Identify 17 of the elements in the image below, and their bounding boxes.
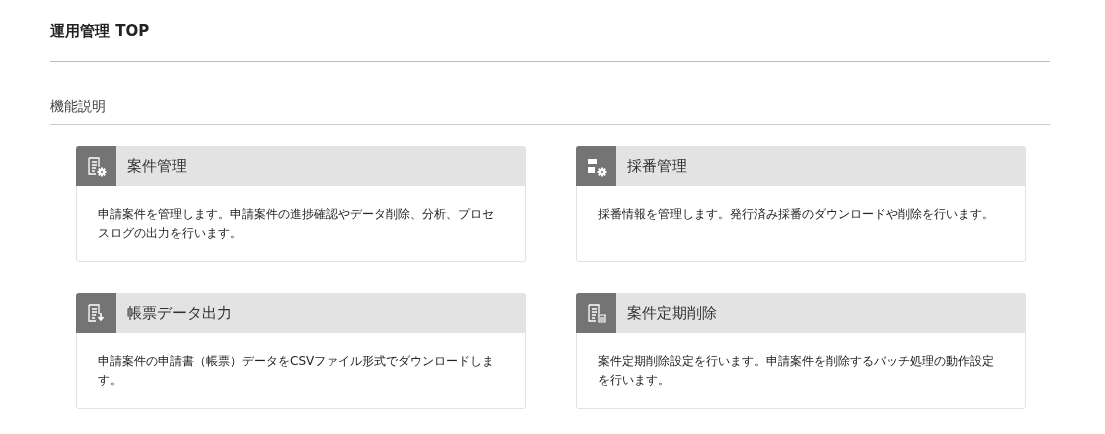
- document-trash-icon: [585, 302, 607, 324]
- card-title: 案件管理: [127, 156, 187, 176]
- card-description: 申請案件の申請書（帳票）データをCSVファイル形式でダウンロードします。: [97, 353, 496, 389]
- feature-card[interactable]: 採番管理 採番情報を管理します。発行済み採番のダウンロードや削除を行います。: [576, 146, 1026, 262]
- feature-card[interactable]: 案件管理 申請案件を管理します。申請案件の進捗確認やデータ削除、分析、プロセスログの出力を行います。: [76, 146, 526, 262]
- document-download-icon: [85, 302, 107, 324]
- feature-card[interactable]: 帳票データ出力 申請案件の申請書（帳票）データをCSVファイル形式でダウンロードします。: [76, 293, 526, 409]
- section-title: 機能説明: [50, 98, 1050, 125]
- document-gear-icon: [85, 155, 107, 177]
- card-description: 採番情報を管理します。発行済み採番のダウンロードや削除を行います。: [597, 206, 995, 223]
- card-description: 案件定期削除設定を行います。申請案件を削除するバッチ処理の動作設定を行います。: [597, 353, 995, 389]
- feature-card[interactable]: 案件定期削除 案件定期削除設定を行います。申請案件を削除するバッチ処理の動作設定を行います。: [576, 293, 1026, 409]
- card-description: 申請案件を管理します。申請案件の進捗確認やデータ削除、分析、プロセスログの出力を行います。: [97, 206, 495, 242]
- card-title: 案件定期削除: [627, 303, 717, 323]
- page-title: 運用管理 TOP: [50, 20, 1050, 62]
- card-title: 帳票データ出力: [127, 303, 232, 323]
- card-title: 採番管理: [627, 156, 687, 176]
